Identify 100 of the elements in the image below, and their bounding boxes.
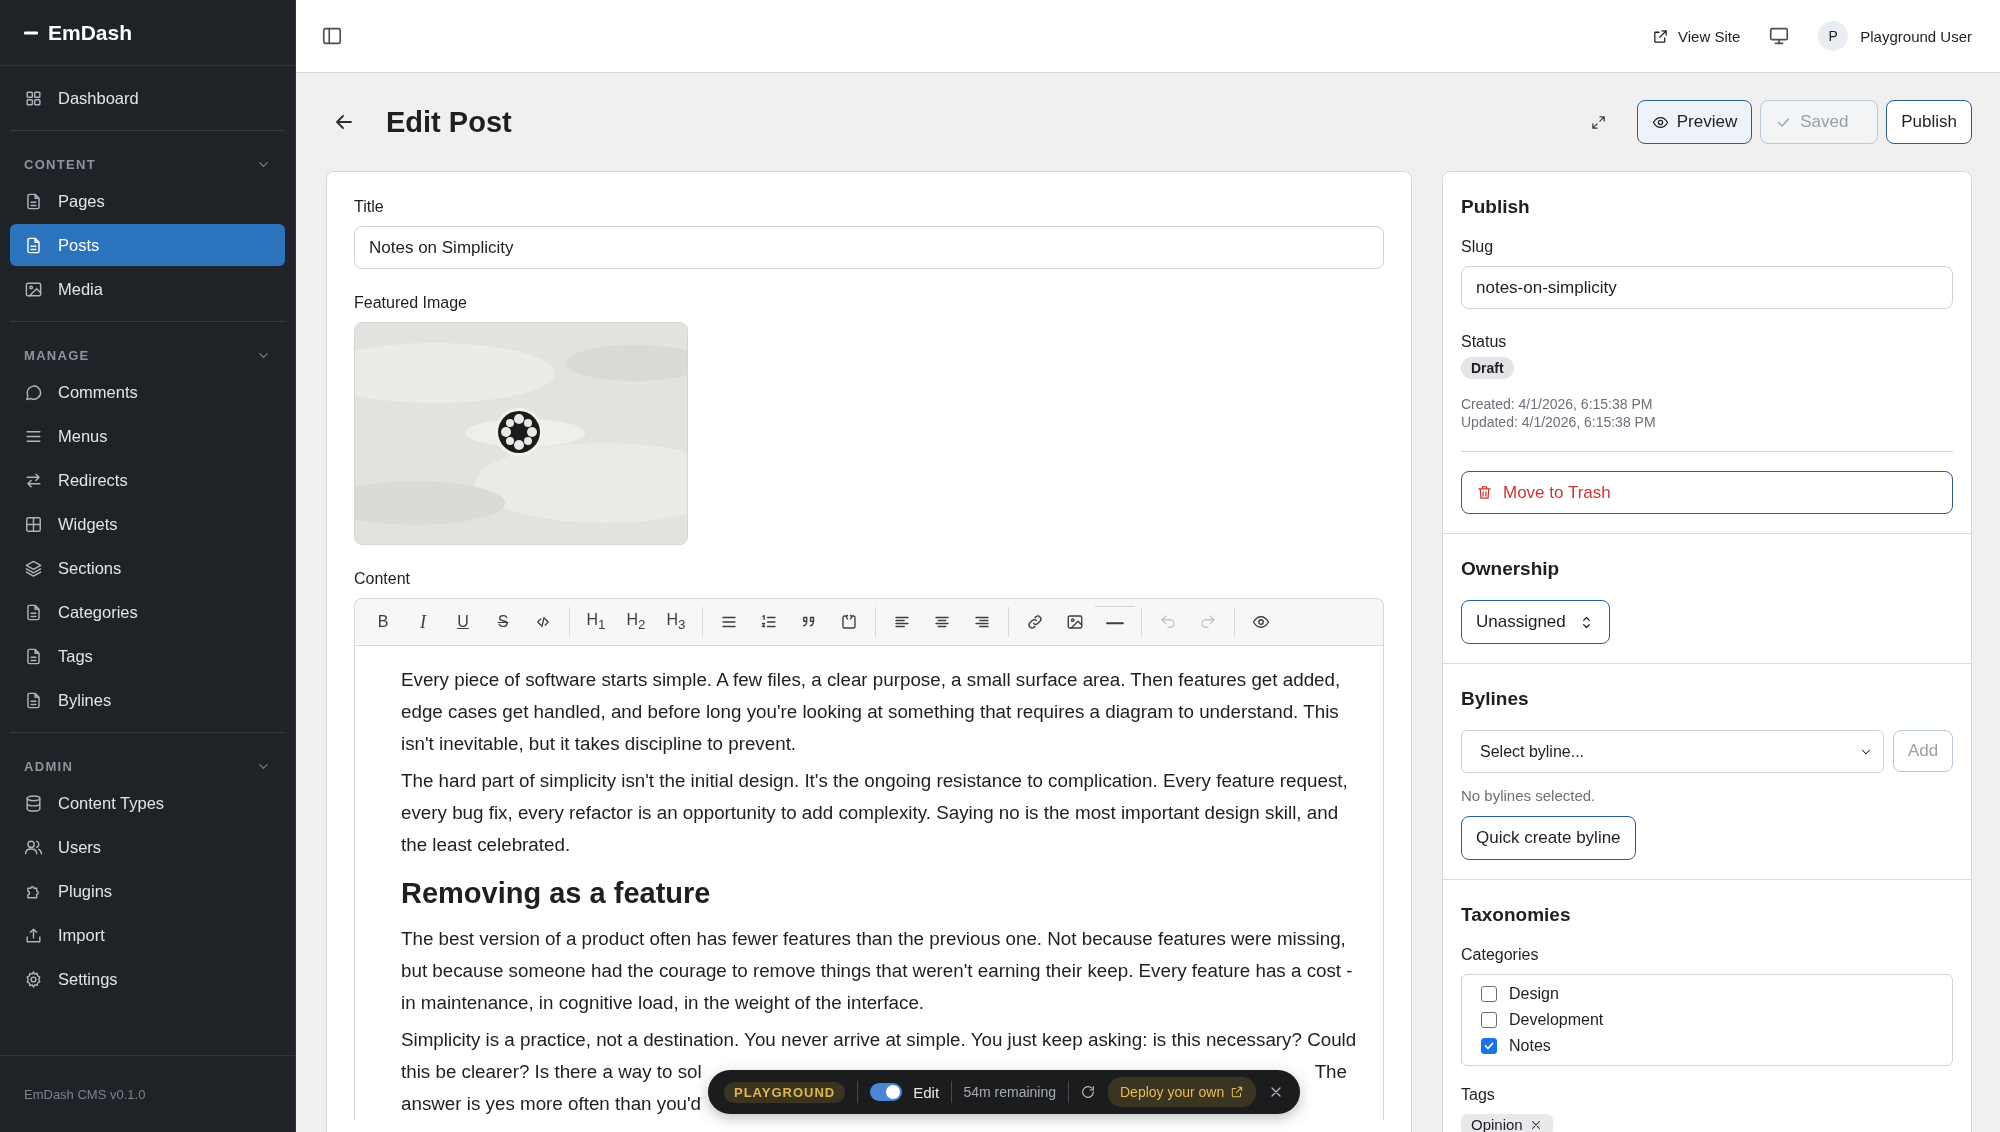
- content-text: this be clearer? Is there a way to sol: [401, 1060, 702, 1084]
- playground-badge: PLAYGROUND: [724, 1081, 846, 1103]
- nav-item[interactable]: Settings: [10, 958, 285, 1000]
- code-block-icon: [840, 613, 858, 631]
- publish-button[interactable]: Publish: [1886, 100, 1972, 144]
- italic-button[interactable]: I: [403, 605, 443, 639]
- sidebar-toggle-icon[interactable]: [321, 25, 343, 47]
- content-heading: Removing as a feature: [401, 876, 712, 911]
- nav-item[interactable]: Dashboard: [10, 77, 285, 119]
- field-label: Slug: [1461, 238, 1495, 256]
- content-text: Simplicity is a practice, not a destination. You never arrive at simple. You just keep asking: is this necessary? Could: [401, 1028, 1357, 1052]
- expand-icon[interactable]: [1589, 113, 1607, 131]
- nav-item[interactable]: Comments: [10, 371, 285, 413]
- checkbox[interactable]: [1481, 986, 1497, 1002]
- nav-item[interactable]: Import: [10, 914, 285, 956]
- nav-item[interactable]: Plugins: [10, 870, 285, 912]
- nav-item[interactable]: Widgets: [10, 503, 285, 545]
- view-site-link[interactable]: View Site: [1652, 27, 1741, 45]
- field-label: Content: [354, 570, 412, 588]
- content-text: answer is yes more often than you'd: [401, 1092, 702, 1116]
- check-icon: [1483, 1040, 1495, 1052]
- external-link-icon: [1230, 1085, 1245, 1099]
- heading-button[interactable]: H$_{2}$: [616, 605, 656, 639]
- database-icon: [24, 793, 43, 813]
- checkbox[interactable]: [1481, 1038, 1497, 1054]
- heading-button[interactable]: H$_{1}$: [576, 605, 616, 639]
- byline-select[interactable]: Select byline...: [1461, 730, 1884, 773]
- bold-button[interactable]: B: [363, 605, 403, 639]
- content-paragraph: Every piece of software starts simple. A few files, a clear purpose, a small surface area. Then features get added, edge cases get handled, and before long you're looking at something that requires a diagram to understand. This isn't inevitable, but it takes discipline to prevent.: [401, 668, 1342, 756]
- quick-create-byline-button[interactable]: Quick create byline: [1461, 816, 1636, 860]
- document-icon: [24, 235, 43, 255]
- preview-button[interactable]: Preview: [1636, 100, 1753, 144]
- nav-item[interactable]: Bylines: [10, 679, 285, 721]
- title-field[interactable]: Notes on Simplicity: [354, 226, 1384, 269]
- document-icon: [24, 602, 43, 622]
- nav-item[interactable]: Users: [10, 826, 285, 868]
- field-label: Tags: [1461, 1086, 1496, 1104]
- undo-icon: [1159, 613, 1177, 631]
- checkbox[interactable]: [1481, 1012, 1497, 1028]
- field-label: Featured Image: [354, 294, 468, 312]
- nav-item[interactable]: Pages: [10, 180, 285, 222]
- section-heading: MANAGE: [24, 348, 90, 363]
- panel-title: Publish: [1461, 196, 1531, 218]
- nav-item[interactable]: Media: [10, 268, 285, 310]
- refresh-icon[interactable]: [1080, 1084, 1097, 1100]
- heading-button[interactable]: H$_{3}$: [656, 605, 696, 639]
- document-icon: [24, 646, 43, 666]
- nav-item[interactable]: Categories: [10, 591, 285, 633]
- dash-icon: [24, 30, 38, 35]
- monitor-icon[interactable]: [1768, 25, 1791, 47]
- empty-message: No bylines selected.: [1461, 787, 1597, 804]
- nav-item[interactable]: Sections: [10, 547, 285, 589]
- field-label: Title: [354, 198, 385, 216]
- content-paragraph: The best version of a product often has fewer features than the previous one. Not because features were missing, but because someone had the courage to remove things that weren't earning their keep. Every feature has a cost - in maintenance, in cognitive load, in the weight of the interface.: [401, 927, 1354, 1015]
- underline-button[interactable]: U: [443, 605, 483, 639]
- slug-field[interactable]: notes-on-simplicity: [1461, 266, 1953, 309]
- updated-date: Updated: 4/1/2026, 6:15:38 PM: [1461, 413, 1657, 431]
- user-name[interactable]: Playground User: [1860, 27, 1972, 45]
- field-label: Categories: [1461, 946, 1540, 964]
- move-to-trash-button[interactable]: Move to Trash: [1461, 471, 1953, 514]
- image-icon: [24, 279, 43, 299]
- content-text: The: [1314, 1060, 1347, 1084]
- avatar[interactable]: P: [1818, 21, 1849, 51]
- nav-item[interactable]: Content Types: [10, 782, 285, 824]
- grid-icon: [24, 514, 43, 534]
- section-heading: CONTENT: [24, 157, 96, 172]
- checkbox-label: Notes: [1509, 1037, 1551, 1055]
- document-icon: [24, 690, 43, 710]
- external-link-icon: [1652, 27, 1669, 45]
- document-icon: [24, 191, 43, 211]
- toggle-label: Edit: [913, 1083, 940, 1101]
- version-text: EmDash CMS v0.1.0: [24, 1086, 146, 1102]
- link-icon: [1026, 613, 1044, 631]
- owner-select[interactable]: Unassigned: [1461, 600, 1610, 644]
- page-title: Edit Post: [386, 105, 512, 139]
- strike-button[interactable]: S: [483, 605, 523, 639]
- settings-icon: [24, 969, 43, 989]
- grid-icon: [24, 88, 43, 108]
- checkbox-label: Development: [1509, 1011, 1604, 1029]
- image-icon: [1066, 613, 1084, 631]
- time-remaining: 54m remaining: [963, 1084, 1056, 1100]
- panel-title: Taxonomies: [1461, 904, 1572, 926]
- deploy-button[interactable]: Deploy your own: [1108, 1077, 1257, 1107]
- nav-item[interactable]: Redirects: [10, 459, 285, 501]
- edit-toggle[interactable]: [869, 1083, 902, 1101]
- trash-icon: [1476, 484, 1493, 501]
- section-heading: ADMIN: [24, 759, 74, 774]
- redo-icon: [1199, 613, 1217, 631]
- created-date: Created: 4/1/2026, 6:15:38 PM: [1461, 395, 1654, 413]
- horizontal-rule-icon: [1106, 620, 1124, 626]
- panel-title: Ownership: [1461, 558, 1561, 580]
- layers-icon: [24, 558, 43, 578]
- nav-item[interactable]: Tags: [10, 635, 285, 677]
- speech-bubble-icon: [24, 382, 43, 402]
- checkbox-label: Design: [1509, 985, 1559, 1003]
- field-label: Status: [1461, 333, 1508, 351]
- rich-text-editor[interactable]: [354, 598, 1384, 1120]
- nav-item[interactable]: Menus: [10, 415, 285, 457]
- nav-item[interactable]: Posts: [10, 224, 285, 266]
- panel-title: Bylines: [1461, 688, 1530, 710]
